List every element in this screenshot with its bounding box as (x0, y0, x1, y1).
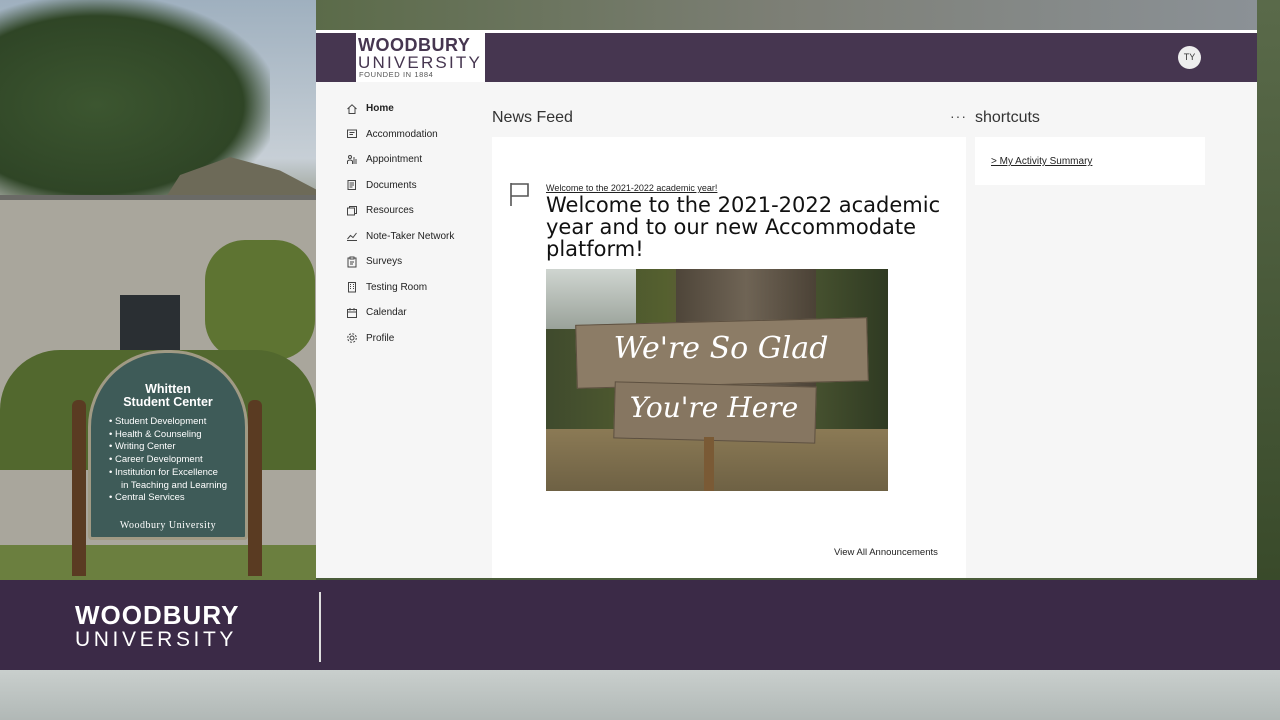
campus-sign: Whitten Student Center Student Developme… (88, 350, 248, 540)
sidebar-item-accommodation[interactable]: Accommodation (346, 122, 496, 148)
sidebar-item-resources[interactable]: Resources (346, 198, 496, 224)
shortcuts-card: > My Activity Summary (975, 137, 1205, 185)
university-banner: WOODBURY UNIVERSITY (0, 580, 1280, 670)
sidebar-item-appointment[interactable]: Appointment (346, 147, 496, 173)
sidebar-item-testing-room[interactable]: Testing Room (346, 275, 496, 301)
announcement-image: We're So Glad You're Here (546, 269, 888, 491)
sidebar-item-note-taker-network[interactable]: Note-Taker Network (346, 224, 496, 250)
background-hedge (205, 240, 315, 360)
sign-list: Student Development Health & Counseling … (109, 416, 227, 505)
sign-post (248, 400, 262, 576)
sidebar-item-label: Profile (366, 332, 395, 344)
university-logo[interactable]: WOODBURY UNIVERSITY FOUNDED IN 1884 (356, 33, 485, 82)
sidebar-item-label: Documents (366, 179, 417, 191)
news-feed-card: Welcome to the 2021-2022 academic year! … (492, 137, 966, 578)
sidebar-item-label: Home (366, 103, 394, 115)
home-icon (346, 103, 358, 115)
appointment-icon (346, 154, 358, 166)
image-sign-text: You're Here (629, 391, 799, 424)
sidebar-item-label: Note-Taker Network (366, 230, 455, 242)
background-grass (0, 545, 316, 585)
sign-list-item: Health & Counseling (109, 429, 227, 442)
banner-logo-line: UNIVERSITY (75, 628, 238, 651)
banner-logo-line: WOODBURY (75, 600, 240, 630)
sign-list-item: Central Services (109, 492, 227, 505)
announcement-heading: Welcome to the 2021-2022 academic year a… (546, 193, 941, 261)
sidebar-item-calendar[interactable]: Calendar (346, 300, 496, 326)
banner-divider (319, 592, 321, 662)
logo-line: FOUNDED IN 1884 (359, 70, 434, 79)
shortcuts-title: shortcuts (975, 109, 1040, 126)
news-feed-title: News Feed (492, 109, 573, 126)
message-icon (346, 128, 358, 140)
more-options-button[interactable]: ··· (950, 108, 967, 124)
top-bar: WOODBURY UNIVERSITY FOUNDED IN 1884 TY (316, 33, 1257, 82)
building-icon (346, 281, 358, 293)
background-trees-top (316, 0, 1257, 30)
clipboard-icon (346, 256, 358, 268)
logo-line: UNIVERSITY (358, 53, 483, 72)
sign-post (72, 400, 86, 576)
sign-list-item: in Teaching and Learning (121, 479, 227, 491)
image-house (546, 269, 636, 329)
documents-icon (346, 179, 358, 191)
background-foliage-right (1257, 0, 1280, 580)
announcement-link[interactable]: Welcome to the 2021-2022 academic year! (546, 183, 717, 193)
sign-list-item: Student Development (109, 416, 227, 429)
sign-title: Whitten Student Center (91, 383, 245, 409)
logo-line: WOODBURY (358, 35, 471, 55)
chart-icon (346, 230, 358, 242)
background-window (120, 295, 180, 355)
sign-list-item: Career Development (109, 454, 227, 467)
calendar-icon (346, 307, 358, 319)
sidebar-item-surveys[interactable]: Surveys (346, 249, 496, 275)
sidebar-item-documents[interactable]: Documents (346, 173, 496, 199)
flag-icon (508, 181, 532, 207)
sign-list-item: Institution for Excellence (109, 467, 227, 480)
sidebar-item-label: Appointment (366, 154, 423, 166)
my-activity-summary-link[interactable]: > My Activity Summary (991, 156, 1092, 167)
sidebar-item-label: Calendar (366, 307, 407, 319)
sign-title-line: Student Center (123, 395, 213, 409)
resources-icon (346, 205, 358, 217)
sidebar-item-label: Accommodation (366, 128, 438, 140)
image-sign-stake (704, 437, 714, 491)
user-avatar[interactable]: TY (1178, 46, 1201, 69)
view-all-announcements-link[interactable]: View All Announcements (834, 547, 938, 558)
sign-list-item: Writing Center (109, 441, 227, 454)
sidebar-nav: Home Accommodation Appointment Documents… (346, 96, 496, 351)
sidebar-item-label: Surveys (366, 256, 403, 268)
bottom-strip (0, 670, 1280, 720)
sidebar-item-label: Testing Room (366, 281, 428, 293)
gear-icon (346, 332, 358, 344)
image-sign-text: We're So Glad (613, 331, 829, 366)
sidebar-item-label: Resources (366, 205, 414, 217)
sign-footer: Woodbury University (119, 520, 217, 531)
sidebar-item-profile[interactable]: Profile (346, 326, 496, 352)
app-window: WOODBURY UNIVERSITY FOUNDED IN 1884 TY H… (316, 30, 1257, 578)
sidebar-item-home[interactable]: Home (346, 96, 496, 122)
